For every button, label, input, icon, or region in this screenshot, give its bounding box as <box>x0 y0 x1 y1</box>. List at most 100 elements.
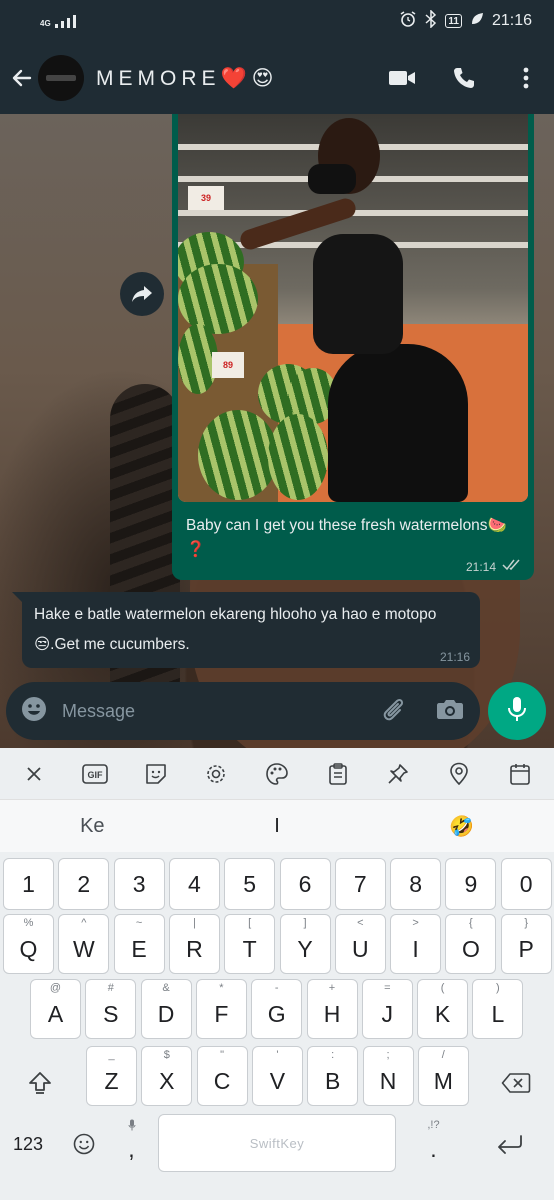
price-tag: 39 <box>188 186 224 210</box>
suggestion-item[interactable]: I <box>185 815 370 838</box>
key-label: C <box>213 1067 231 1094</box>
number-key[interactable]: 0 <box>500 858 552 910</box>
key-alt-label: = <box>384 982 391 994</box>
video-call-icon[interactable] <box>388 64 416 92</box>
letter-key[interactable]: * F <box>195 979 247 1039</box>
key-label: N <box>379 1067 397 1094</box>
incoming-message[interactable]: Hake e batle watermelon ekareng hlooho y… <box>12 592 480 668</box>
key-alt-label: ] <box>303 917 307 929</box>
location-icon[interactable] <box>444 759 474 789</box>
chat-area[interactable]: 39 89 Baby can I get you these fresh wat… <box>0 114 554 748</box>
letter-key[interactable]: [T <box>224 914 276 974</box>
number-key[interactable]: 5 <box>224 858 276 910</box>
letter-key[interactable]: ) L <box>472 979 524 1039</box>
number-key[interactable]: 1 <box>3 858 54 910</box>
letter-key[interactable]: / M <box>417 1046 469 1106</box>
letter-key[interactable]: + H <box>306 979 358 1039</box>
letter-key[interactable]: " C <box>196 1046 248 1106</box>
key-label: M <box>433 1067 453 1094</box>
voice-call-icon[interactable] <box>450 64 478 92</box>
suggestion-item[interactable]: 🤣 <box>369 814 554 839</box>
number-key[interactable]: 2 <box>58 858 110 910</box>
letter-key[interactable]: & D <box>140 979 192 1039</box>
letter-key[interactable]: {O <box>445 914 497 974</box>
letter-key[interactable]: @ A <box>30 979 81 1039</box>
contact-name[interactable]: MEMORE❤️😍 <box>96 66 279 91</box>
key-alt-label: } <box>524 917 529 929</box>
theme-icon[interactable] <box>262 759 292 789</box>
letter-key[interactable]: $ X <box>141 1046 193 1106</box>
key-alt-label: < <box>357 917 364 929</box>
outgoing-message[interactable]: 39 89 Baby can I get you these fresh wat… <box>172 114 534 580</box>
spacebar[interactable]: SwiftKey <box>158 1114 396 1172</box>
message-input-bar[interactable]: Message <box>6 682 480 740</box>
number-key[interactable]: 8 <box>390 858 442 910</box>
key-label: Z <box>104 1067 119 1094</box>
emoji-icon[interactable] <box>20 695 48 728</box>
letter-key[interactable]: ~ E <box>113 914 165 974</box>
avatar[interactable] <box>38 55 84 101</box>
letter-key[interactable]: | R <box>168 914 220 974</box>
close-icon[interactable] <box>19 759 49 789</box>
keyboard-toolbar: GIF <box>0 748 554 800</box>
letter-key[interactable]: ^ W <box>58 914 110 974</box>
message-photo[interactable]: 39 89 <box>178 114 528 502</box>
pin-icon[interactable] <box>383 759 413 789</box>
letter-key[interactable]: :B <box>307 1046 359 1106</box>
comma-label: , <box>128 1135 135 1162</box>
enter-key[interactable] <box>484 1116 535 1172</box>
key-label: Y <box>297 935 313 962</box>
letter-key[interactable]: (K <box>417 979 469 1039</box>
forward-icon[interactable] <box>120 272 164 316</box>
backspace-key[interactable] <box>490 1058 541 1108</box>
key-label: 6 <box>298 870 312 897</box>
key-label: 5 <box>243 870 257 897</box>
letter-key[interactable]: ; N <box>362 1046 414 1106</box>
clipboard-icon[interactable] <box>323 759 353 789</box>
key-label: 4 <box>187 870 201 897</box>
gif-icon[interactable]: GIF <box>80 759 110 789</box>
letter-key[interactable]: % Q <box>3 914 54 974</box>
letter-key[interactable]: _ Z <box>86 1046 137 1106</box>
key-alt-label: " <box>220 1049 225 1061</box>
letter-key[interactable]: > I <box>390 914 442 974</box>
message-time: 21:14 <box>465 559 496 574</box>
letter-key[interactable]: # S <box>85 979 137 1039</box>
shift-key[interactable] <box>14 1058 65 1108</box>
message-input[interactable]: Message <box>62 701 135 722</box>
emoji-key[interactable] <box>58 1116 109 1172</box>
key-label: A <box>47 1000 64 1027</box>
sticker-icon[interactable] <box>141 759 171 789</box>
number-key[interactable]: 6 <box>279 858 331 910</box>
watermelon <box>178 264 258 334</box>
key-label: 1 <box>22 870 35 897</box>
voice-message-button[interactable] <box>488 682 546 740</box>
number-key[interactable]: 3 <box>113 858 165 910</box>
period-key[interactable]: ,!? . <box>408 1116 459 1172</box>
signal-bar <box>72 14 76 28</box>
leaf-icon <box>470 12 484 31</box>
suggestion-item[interactable]: Ke <box>0 815 185 838</box>
letter-key[interactable]: } P <box>500 914 552 974</box>
calendar-icon[interactable] <box>505 759 535 789</box>
letter-key[interactable]: ] Y <box>279 914 331 974</box>
key-label: 2 <box>77 870 91 897</box>
letter-key[interactable]: = J <box>361 979 413 1039</box>
swiftkey-logo: SwiftKey <box>249 1135 305 1151</box>
key-label: P <box>518 935 534 962</box>
chat-header: MEMORE❤️😍 <box>0 42 554 114</box>
camera-icon[interactable] <box>436 697 464 726</box>
number-key[interactable]: 7 <box>334 858 386 910</box>
more-options-icon[interactable] <box>512 64 540 92</box>
number-key[interactable]: 4 <box>168 858 220 910</box>
letter-key[interactable]: -G <box>251 979 303 1039</box>
comma-key[interactable]: , <box>106 1116 157 1172</box>
key-label: 3 <box>132 870 146 897</box>
letter-key[interactable]: ' V <box>251 1046 303 1106</box>
number-switch-key[interactable]: 123 <box>2 1116 54 1172</box>
attach-icon[interactable] <box>380 696 406 727</box>
letter-key[interactable]: < U <box>334 914 386 974</box>
number-key[interactable]: 9 <box>445 858 497 910</box>
back-arrow-icon[interactable] <box>8 64 36 92</box>
settings-icon[interactable] <box>201 759 231 789</box>
